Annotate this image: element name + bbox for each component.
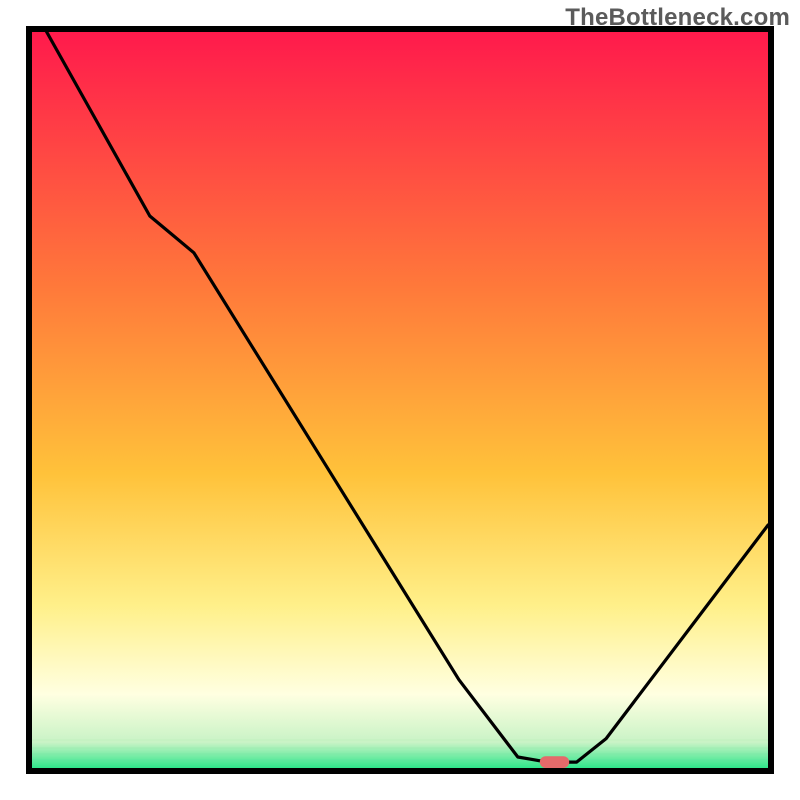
plot-area <box>32 32 768 768</box>
gradient-background <box>32 32 768 768</box>
chart-svg <box>0 0 800 800</box>
chart-frame: TheBottleneck.com <box>0 0 800 800</box>
target-marker <box>540 756 569 768</box>
watermark-text: TheBottleneck.com <box>565 4 790 32</box>
